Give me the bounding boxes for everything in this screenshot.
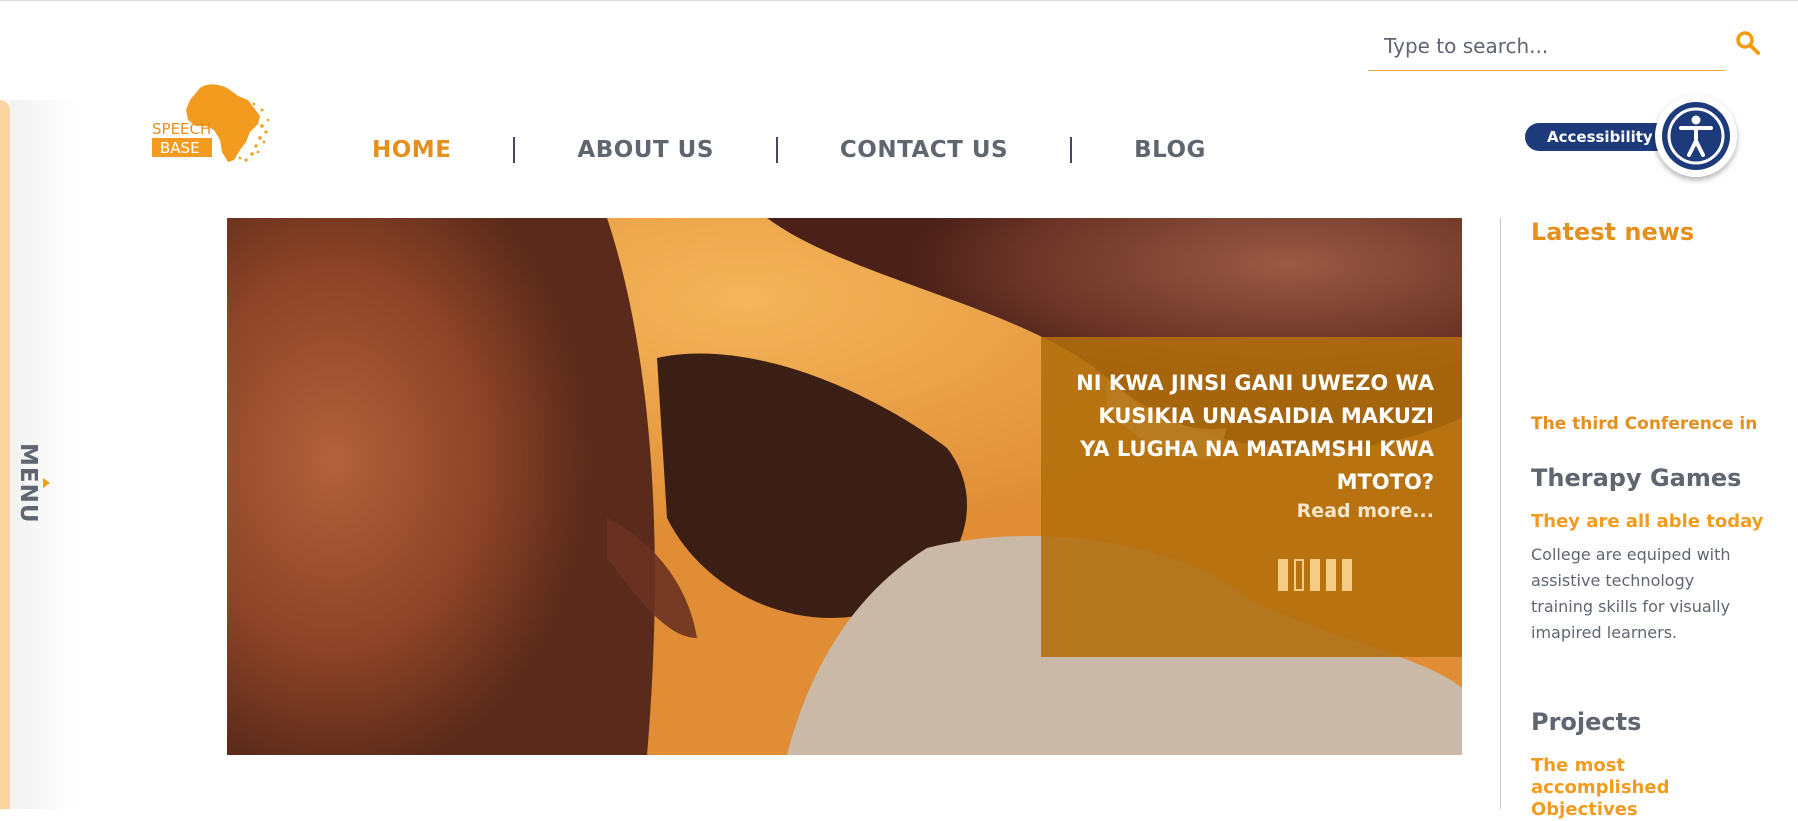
therapy-games-subtitle[interactable]: They are all able today — [1531, 511, 1763, 533]
nav-contact-us[interactable]: CONTACT US — [840, 137, 1008, 163]
main-nav: HOME ABOUT US CONTACT US BLOG — [372, 130, 1206, 170]
slider-dot-active[interactable] — [1294, 559, 1304, 591]
slider-dot[interactable] — [1326, 559, 1336, 591]
slider-dot[interactable] — [1342, 559, 1352, 591]
projects-heading[interactable]: Projects — [1531, 708, 1641, 736]
accessibility-person-icon — [1662, 102, 1730, 170]
slider-pagination — [1278, 559, 1352, 591]
search-input[interactable] — [1368, 26, 1724, 66]
accessibility-widget[interactable]: Accessibility — [1525, 95, 1740, 180]
accessibility-button[interactable] — [1655, 95, 1737, 177]
latest-news-heading: Latest news — [1531, 218, 1695, 246]
nav-separator — [775, 137, 778, 163]
accessibility-label[interactable]: Accessibility — [1525, 123, 1675, 151]
nav-blog[interactable]: BLOG — [1134, 137, 1206, 163]
news-ticker-item[interactable]: The third Conference in — [1531, 410, 1761, 430]
hero-caption: NI KWA JINSI GANI UWEZO WA KUSIKIA UNASA… — [1041, 337, 1462, 657]
slider-dot[interactable] — [1310, 559, 1320, 591]
projects-subtitle[interactable]: The most accomplished Objectives — [1531, 755, 1761, 821]
nav-separator — [513, 137, 516, 163]
search-box — [1368, 26, 1725, 71]
nav-home[interactable]: HOME — [372, 137, 451, 163]
side-menu-tab[interactable] — [0, 100, 10, 809]
nav-about-us[interactable]: ABOUT US — [577, 137, 714, 163]
side-menu-label[interactable]: MENU — [13, 443, 43, 524]
news-ticker[interactable]: The third Conference in — [1531, 410, 1761, 430]
read-more-link[interactable]: Read more... — [1297, 500, 1434, 522]
sidebar-divider — [1500, 218, 1501, 809]
search-icon[interactable] — [1735, 30, 1761, 56]
speechbase-logo[interactable]: SPEECH BASE — [150, 80, 280, 165]
logo-text-speech: SPEECH — [152, 120, 212, 138]
logo-text-base: BASE — [160, 139, 200, 157]
menu-arrow-icon[interactable] — [43, 478, 50, 488]
top-border — [0, 0, 1798, 1]
slider-dot[interactable] — [1278, 559, 1288, 591]
therapy-games-text: College are equiped with assistive techn… — [1531, 545, 1731, 642]
nav-separator — [1070, 137, 1073, 163]
hero-caption-title[interactable]: NI KWA JINSI GANI UWEZO WA KUSIKIA UNASA… — [1074, 367, 1434, 499]
therapy-games-heading[interactable]: Therapy Games — [1531, 464, 1741, 492]
